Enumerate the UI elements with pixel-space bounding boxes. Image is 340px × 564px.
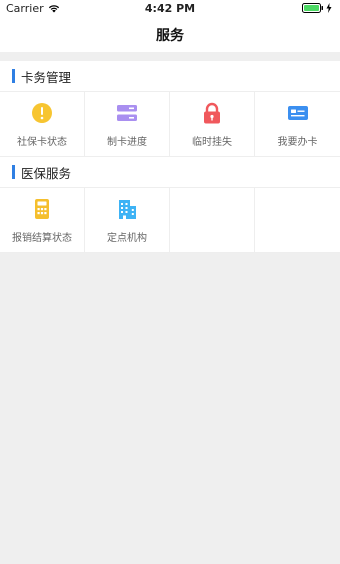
service-label: 我要办卡: [277, 137, 318, 148]
service-label: 临时挂失: [192, 137, 232, 148]
service-label: 定点机构: [107, 233, 147, 244]
empty-grid-cell: [255, 188, 340, 253]
section-title: 医保服务: [21, 165, 72, 181]
service-temporary-loss-report[interactable]: 临时挂失: [170, 92, 255, 157]
clock: 4:42 PM: [144, 2, 196, 15]
service-label: 社保卡状态: [17, 137, 67, 148]
section-title: 卡务管理: [21, 69, 72, 85]
building-icon: [116, 198, 138, 220]
service-designated-institutions[interactable]: 定点机构: [85, 188, 170, 253]
calculator-icon: [31, 198, 53, 220]
alert-icon: [31, 102, 53, 124]
progress-icon: [116, 102, 138, 124]
service-label: 制卡进度: [107, 137, 147, 148]
section-accent-bar: [12, 69, 15, 83]
service-reimbursement-status[interactable]: 报销结算状态: [0, 188, 85, 253]
service-apply-card[interactable]: 我要办卡: [255, 92, 340, 157]
card-management-grid: 社保卡状态 制卡进度 临时挂失 我要办卡: [0, 92, 340, 157]
service-label: 报销结算状态: [12, 233, 72, 244]
card-icon: [287, 102, 309, 124]
service-card-progress[interactable]: 制卡进度: [85, 92, 170, 157]
section-header-card-management: 卡务管理: [0, 61, 340, 92]
battery-indicator: [302, 3, 332, 13]
status-bar: Carrier 4:42 PM: [0, 0, 340, 18]
section-accent-bar: [12, 165, 15, 179]
navigation-bar: 服务: [0, 18, 340, 52]
section-header-medical-insurance: 医保服务: [0, 157, 340, 188]
services-panel: 卡务管理 社保卡状态 制卡进度 临时挂失 我要办卡 医保服务 报销结算状态 定点…: [0, 61, 340, 253]
charging-icon: [326, 3, 332, 13]
battery-icon: [302, 3, 323, 13]
service-card-status[interactable]: 社保卡状态: [0, 92, 85, 157]
empty-grid-cell: [170, 188, 255, 253]
medical-insurance-grid: 报销结算状态 定点机构: [0, 188, 340, 253]
lock-icon: [201, 102, 223, 124]
page-title: 服务: [156, 28, 184, 44]
